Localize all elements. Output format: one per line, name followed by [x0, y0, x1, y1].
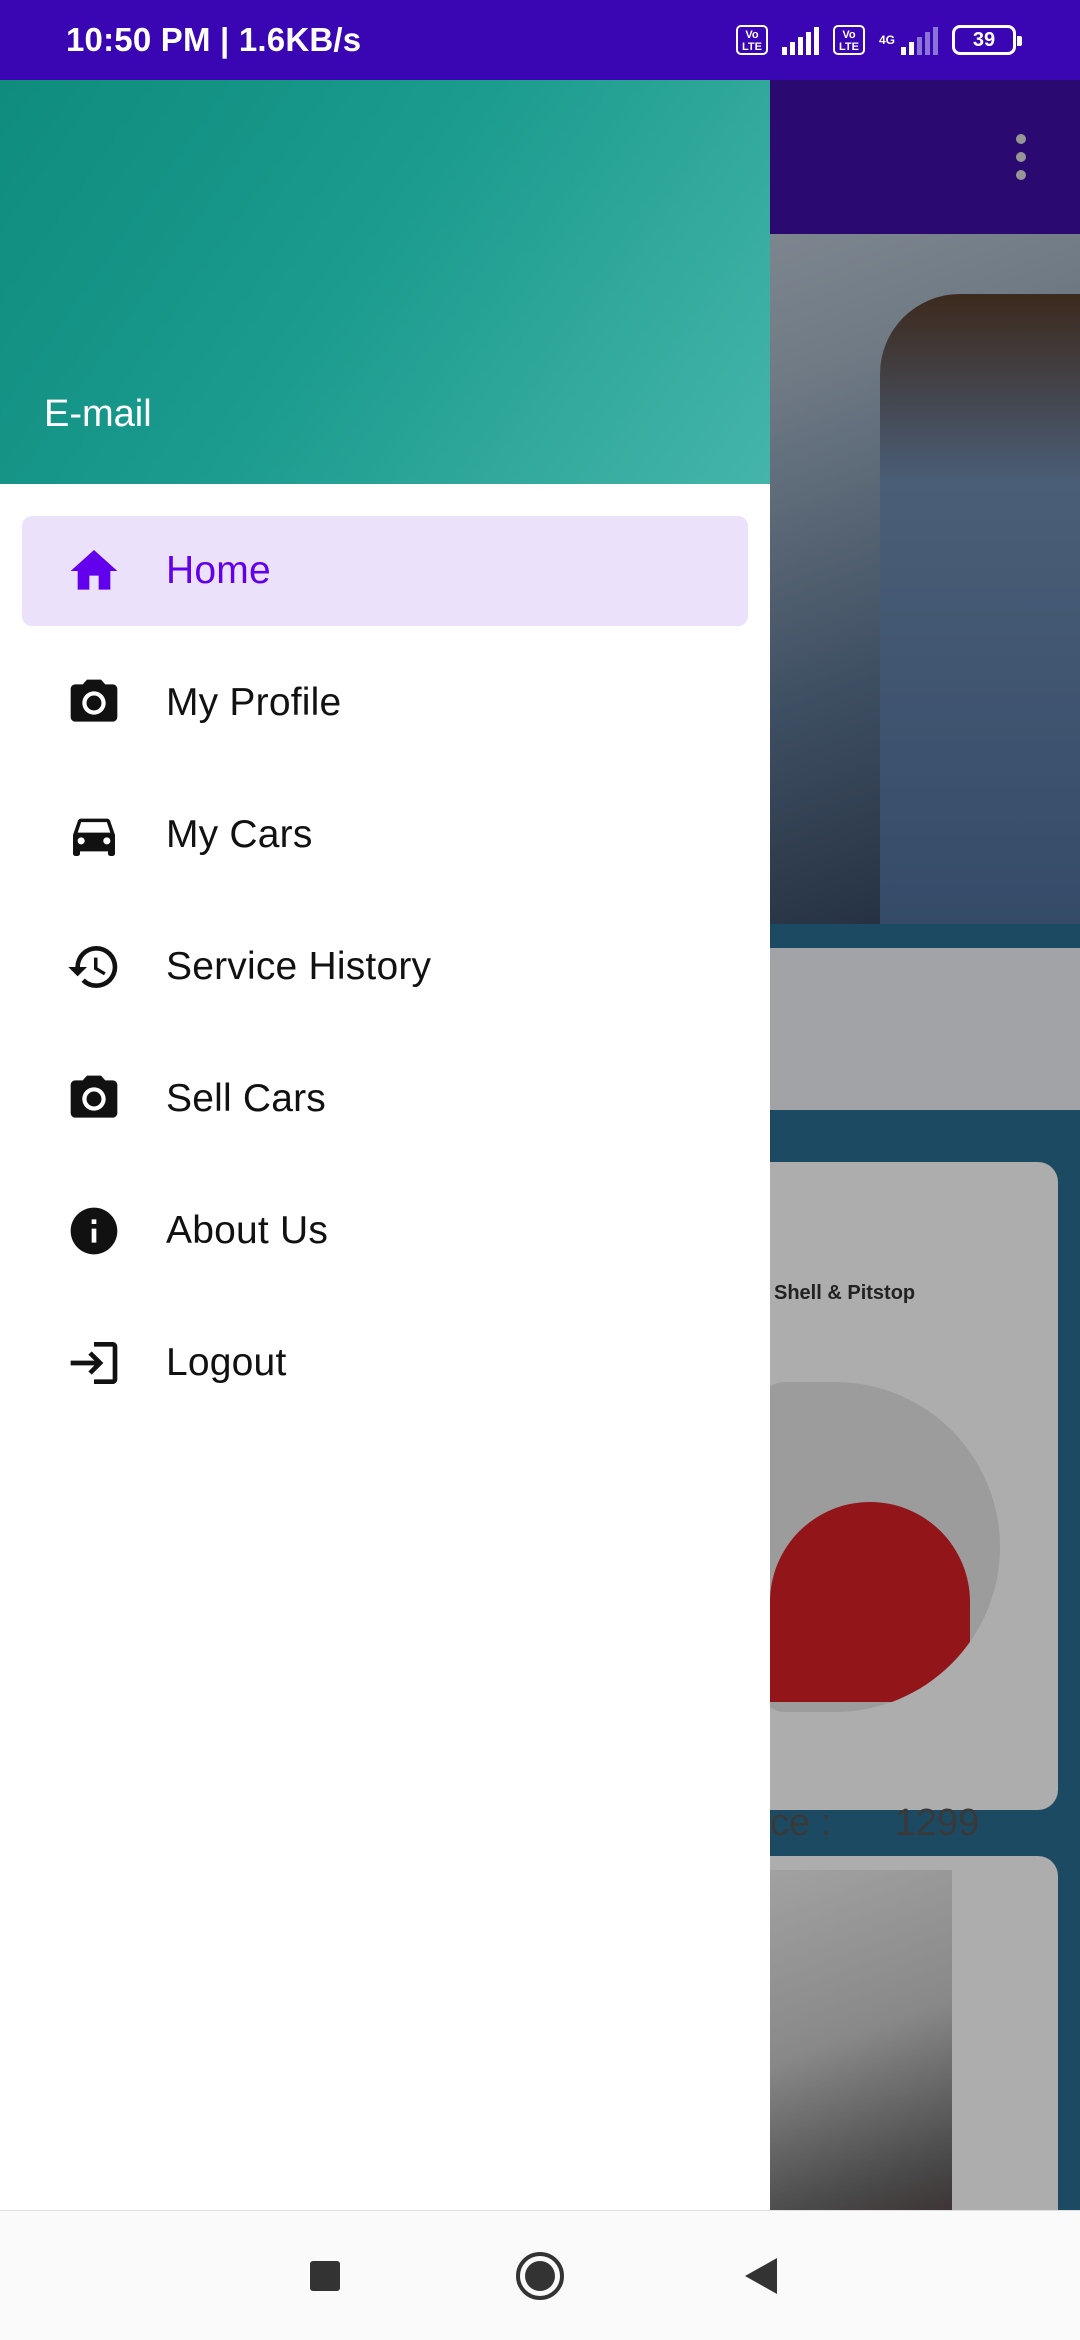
- drawer-item-label: Sell Cars: [166, 1077, 327, 1120]
- status-time-speed: 10:50 PM | 1.6KB/s: [66, 21, 362, 58]
- drawer-item-label: My Profile: [166, 681, 342, 724]
- drawer-item-home[interactable]: Home: [22, 516, 748, 626]
- logout-icon: [66, 1335, 122, 1391]
- drawer-item-label: My Cars: [166, 813, 313, 856]
- drawer-email: E-mail: [44, 393, 152, 435]
- navigation-drawer: E-mail Home My Profile My Cars Service H…: [0, 80, 770, 2210]
- battery-icon: 39: [952, 25, 1022, 55]
- volte-icon-2: Vo LTE: [832, 25, 865, 55]
- car-icon: [66, 807, 122, 863]
- drawer-item-logout[interactable]: Logout: [22, 1308, 748, 1418]
- screen: 10:50 PM | 1.6KB/s Vo LTE Vo LTE 4G 39 She…: [0, 0, 1080, 2340]
- signal-icon-2: [901, 25, 938, 55]
- drawer-menu: Home My Profile My Cars Service History: [0, 484, 770, 1418]
- system-nav-bar: [0, 2210, 1080, 2340]
- drawer-item-service-history[interactable]: Service History: [22, 912, 748, 1022]
- signal-icon: [781, 25, 819, 55]
- camera-icon: [66, 1071, 122, 1127]
- drawer-item-label: About Us: [166, 1209, 329, 1252]
- drawer-item-label: Service History: [166, 945, 432, 988]
- drawer-item-label: Home: [166, 549, 271, 592]
- volte-icon: Vo LTE: [735, 25, 768, 55]
- drawer-item-my-cars[interactable]: My Cars: [22, 780, 748, 890]
- history-icon: [66, 939, 122, 995]
- drawer-item-about-us[interactable]: About Us: [22, 1176, 748, 1286]
- home-button-icon[interactable]: [515, 2251, 565, 2301]
- recents-icon[interactable]: [300, 2251, 350, 2301]
- info-icon: [66, 1203, 122, 1259]
- drawer-item-sell-cars[interactable]: Sell Cars: [22, 1044, 748, 1154]
- drawer-item-label: Logout: [166, 1341, 287, 1384]
- home-icon: [66, 543, 122, 599]
- back-icon[interactable]: [736, 2251, 786, 2301]
- status-icons: Vo LTE Vo LTE 4G 39: [735, 25, 1022, 55]
- camera-icon: [66, 675, 122, 731]
- drawer-header: E-mail: [0, 80, 770, 484]
- network-type: 4G: [878, 33, 895, 47]
- status-bar: 10:50 PM | 1.6KB/s Vo LTE Vo LTE 4G 39: [0, 0, 1080, 80]
- drawer-item-my-profile[interactable]: My Profile: [22, 648, 748, 758]
